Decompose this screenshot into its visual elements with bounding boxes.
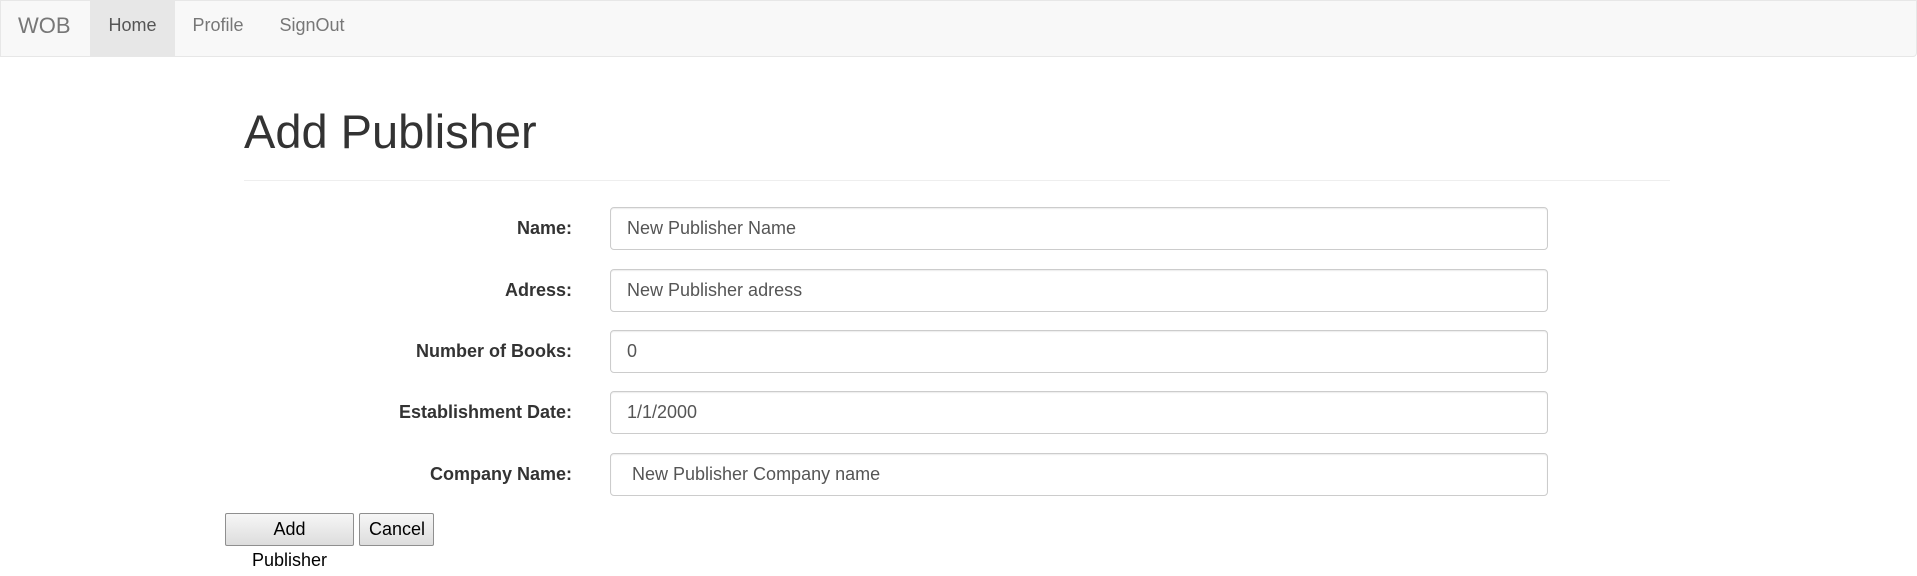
number-of-books-row: Number of Books: bbox=[0, 330, 1917, 373]
name-row: Name: bbox=[0, 207, 1917, 250]
nav-signout-link[interactable]: SignOut bbox=[261, 1, 363, 56]
number-of-books-input[interactable] bbox=[610, 330, 1548, 373]
brand-link[interactable]: WOB bbox=[18, 1, 71, 56]
address-row: Adress: bbox=[0, 269, 1917, 312]
establishment-date-input[interactable] bbox=[610, 391, 1548, 434]
nav-profile-link[interactable]: Profile bbox=[175, 1, 261, 56]
add-publisher-button[interactable]: Add Publisher bbox=[225, 513, 354, 570]
cancel-button[interactable]: Cancel bbox=[359, 513, 434, 546]
number-of-books-label: Number of Books: bbox=[415, 341, 572, 361]
company-name-input[interactable] bbox=[610, 453, 1548, 496]
establishment-date-label: Establishment Date: bbox=[398, 402, 572, 422]
address-input[interactable] bbox=[610, 269, 1548, 312]
address-label: Adress: bbox=[504, 280, 572, 300]
company-name-label: Company Name: bbox=[429, 464, 572, 484]
name-label: Name: bbox=[516, 218, 572, 238]
company-name-row: Company Name: bbox=[0, 453, 1917, 496]
page-title: Add Publisher bbox=[244, 105, 537, 158]
establishment-date-row: Establishment Date: bbox=[0, 391, 1917, 434]
nav-home-link[interactable]: Home bbox=[90, 1, 175, 56]
name-input[interactable] bbox=[610, 207, 1548, 250]
title-divider bbox=[244, 180, 1670, 181]
top-navbar: WOB Home Profile SignOut bbox=[0, 0, 1917, 57]
